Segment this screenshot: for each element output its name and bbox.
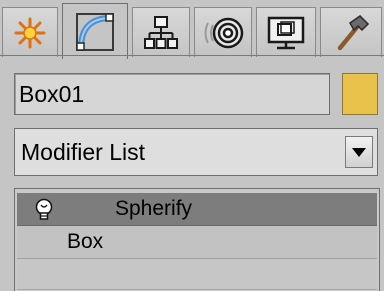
stack-empty-row — [17, 259, 377, 290]
tab-hierarchy[interactable] — [132, 7, 190, 57]
tab-display[interactable] — [256, 7, 316, 57]
motion-rings-icon — [204, 17, 244, 48]
tab-utilities[interactable] — [320, 7, 382, 57]
stack-item-spherify[interactable]: Spherify — [17, 193, 377, 226]
utilities-hammer-icon — [337, 14, 370, 50]
object-name-field[interactable]: Box01 — [14, 73, 330, 115]
create-burst-icon — [14, 17, 46, 48]
stack-item-label: Spherify — [115, 197, 193, 220]
modifier-list-label: Modifier List — [21, 139, 145, 165]
command-panel-tabs — [2, 3, 382, 59]
modifier-list-dropdown[interactable]: Modifier List — [14, 128, 378, 176]
dropdown-arrow-button[interactable] — [345, 136, 373, 168]
tab-divider — [0, 55, 384, 56]
object-name-value: Box01 — [19, 81, 85, 107]
hierarchy-icon — [144, 15, 178, 49]
object-color-swatch[interactable] — [342, 73, 378, 115]
stack-item-label: Box — [67, 230, 104, 253]
modify-arc-icon — [76, 12, 114, 51]
modifier-stack: Spherify Box — [14, 188, 380, 291]
command-panel: Box01 Modifier List Spherify Box — [0, 0, 384, 291]
tab-modify[interactable] — [62, 3, 128, 59]
display-monitor-icon — [267, 16, 305, 49]
chevron-down-icon — [352, 147, 366, 157]
stack-item-box[interactable]: Box — [17, 226, 377, 259]
tab-motion[interactable] — [194, 7, 252, 57]
tab-create[interactable] — [2, 7, 58, 57]
